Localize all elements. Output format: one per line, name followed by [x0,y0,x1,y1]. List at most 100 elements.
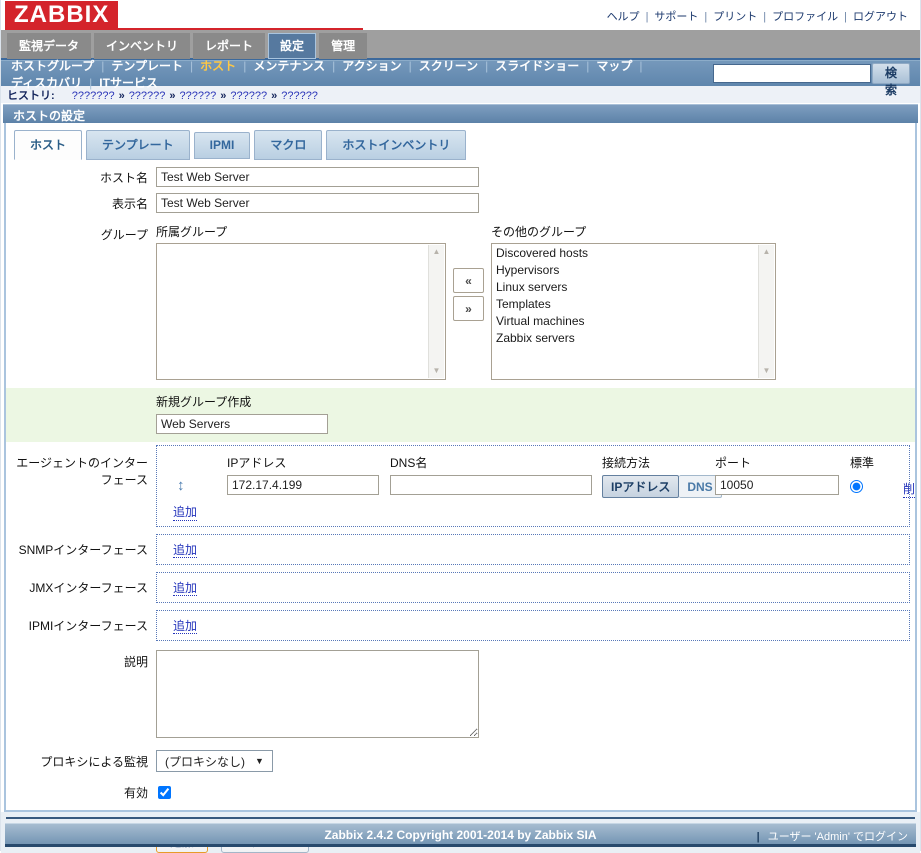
content-panel: ホストテンプレートIPMIマクロホストインベントリ ホスト名 表示名 グループ … [4,123,917,812]
remove-interface-link[interactable]: 削 [903,480,915,498]
sub-nav-actions[interactable]: アクション [342,59,401,73]
drag-handle-icon[interactable]: ↕ [177,475,185,494]
other-groups-scrollbar[interactable]: ▲▼ [758,245,774,378]
interface-ip-input[interactable] [227,475,379,495]
new-group-label: 新規グループ作成 [156,393,915,410]
sub-nav-hosts[interactable]: ホスト [200,59,236,73]
header-link-separator: | [763,11,766,23]
group-option[interactable]: Zabbix servers [492,330,757,347]
host-name-label: ホスト名 [6,169,156,186]
header-link-print[interactable]: プリント [713,11,757,23]
group-option[interactable]: Linux servers [492,279,757,296]
tab-macros[interactable]: マクロ [254,130,322,160]
header-link-separator: | [844,11,847,23]
sub-nav: ホストグループ|テンプレート|ホスト|メンテナンス|アクション|スクリーン|スラ… [1,60,920,86]
description-textarea[interactable] [156,650,479,738]
tab-templates[interactable]: テンプレート [86,130,190,160]
scroll-up-icon[interactable]: ▲ [763,245,771,259]
other-groups-list[interactable]: Discovered hostsHypervisorsLinux servers… [491,243,776,380]
footer-separator: | [757,831,760,843]
history-link[interactable]: ??????? [72,90,115,102]
connect-ip-button[interactable]: IPアドレス [602,475,679,498]
zabbix-logo[interactable]: ZABBIX [5,1,118,28]
search-input[interactable] [713,64,871,83]
group-option[interactable]: Discovered hosts [492,245,757,262]
sub-nav-maintenance[interactable]: メンテナンス [253,59,325,73]
groups-label: グループ [6,223,156,243]
header-link-logout[interactable]: ログアウト [853,11,908,23]
scroll-down-icon[interactable]: ▼ [763,364,771,378]
history-link[interactable]: ?????? [230,90,267,102]
main-nav-configuration[interactable]: 設定 [268,33,316,59]
enabled-checkbox[interactable] [158,786,171,799]
agent-interfaces-box: IPアドレス DNS名 接続方法 ポート 標準 ↕ IPアドレス DNS [156,445,910,527]
header-link-help[interactable]: ヘルプ [607,11,640,23]
history-link[interactable]: ?????? [129,90,166,102]
scroll-down-icon[interactable]: ▼ [433,364,441,378]
dropdown-caret-icon: ▼ [255,756,264,766]
groups-area: 所属グループ ▲▼ « » その他のグループ Discovered host [156,223,776,380]
history-link[interactable]: ?????? [180,90,217,102]
move-to-other-button[interactable]: » [453,296,484,321]
other-groups-label: その他のグループ [491,223,776,240]
tab-host[interactable]: ホスト [14,130,82,160]
interface-dns-input[interactable] [390,475,592,495]
sub-nav-templates[interactable]: テンプレート [111,59,183,73]
search-button[interactable]: 検索 [872,63,910,84]
interface-port-input[interactable] [715,475,839,495]
form-tabs: ホストテンプレートIPMIマクロホストインベントリ [6,123,915,157]
sub-nav-slideshows[interactable]: スライドショー [495,59,579,73]
header-link-separator: | [646,11,649,23]
add-agent-interface-link[interactable]: 追加 [173,503,197,521]
default-column-header: 標準 [850,452,874,471]
ip-column-header: IPアドレス [227,452,286,471]
add-snmp-interface-link[interactable]: 追加 [173,543,197,558]
proxy-select[interactable]: (プロキシなし) ▼ [156,750,273,772]
history-separator: » [119,90,125,102]
main-nav-reports[interactable]: レポート [193,33,265,59]
sub-nav-separator: | [332,59,335,73]
history-separator: » [271,90,277,102]
host-form: ホスト名 表示名 グループ 所属グループ ▲▼ [6,167,915,853]
sub-nav-separator: | [639,59,642,73]
visible-name-input[interactable] [156,193,479,213]
history-link[interactable]: ?????? [281,90,318,102]
connect-column-header: 接続方法 [602,452,650,471]
scroll-up-icon[interactable]: ▲ [433,245,441,259]
sub-nav-host-groups[interactable]: ホストグループ [11,59,94,73]
top-links: ヘルプ|サポート|プリント|プロファイル|ログアウト [607,8,908,24]
tab-ipmi[interactable]: IPMI [194,132,251,159]
history-label: ヒストリ: [7,90,55,102]
port-column-header: ポート [715,452,751,471]
zabbix-page: ZABBIX ヘルプ | サポート | プリント | プロファイル | ログアウト 監視データイ… [0,0,921,851]
main-nav: 監視データインベントリレポート設定管理 [1,30,920,58]
main-nav-inventory[interactable]: インベントリ [94,33,190,59]
proxy-selected-value: (プロキシなし) [165,753,245,770]
add-jmx-interface-link[interactable]: 追加 [173,581,197,596]
main-nav-monitoring[interactable]: 監視データ [7,33,91,59]
group-option[interactable]: Hypervisors [492,262,757,279]
in-groups-list[interactable]: ▲▼ [156,243,446,380]
add-ipmi-interface-link[interactable]: 追加 [173,619,197,634]
sub-nav-maps[interactable]: マップ [596,59,632,73]
move-to-in-button[interactable]: « [453,268,484,293]
group-option[interactable]: Templates [492,296,757,313]
interface-row: ↕ IPアドレス DNS 削 [157,475,909,501]
host-name-input[interactable] [156,167,479,187]
main-nav-administration[interactable]: 管理 [319,33,367,59]
ipmi-interfaces-box: 追加 [156,610,910,641]
tab-host-inventory[interactable]: ホストインベントリ [326,130,466,160]
sub-nav-separator: | [485,59,488,73]
header-link-support[interactable]: サポート [654,11,698,23]
new-group-input[interactable] [156,414,328,434]
group-option[interactable]: Virtual machines [492,313,757,330]
snmp-interfaces-box: 追加 [156,534,910,565]
default-interface-radio[interactable] [850,480,863,493]
header-link-profile[interactable]: プロファイル [772,11,838,23]
in-groups-scrollbar[interactable]: ▲▼ [428,245,444,378]
footer-bar: Zabbix 2.4.2 Copyright 2001-2014 by Zabb… [5,823,916,847]
logo-underline [5,28,363,30]
sub-nav-screens[interactable]: スクリーン [419,59,478,73]
interface-header-row: IPアドレス DNS名 接続方法 ポート 標準 [157,452,909,472]
proxy-label: プロキシによる監視 [6,753,156,770]
